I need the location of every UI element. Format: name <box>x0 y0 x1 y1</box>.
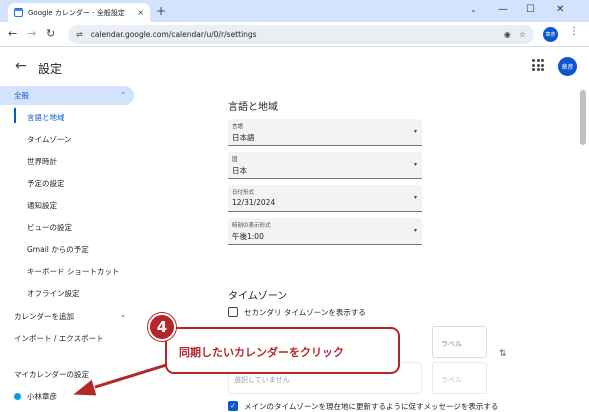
active-indicator <box>14 108 16 123</box>
calendar-favicon-icon <box>14 8 23 17</box>
sidebar-item-general[interactable]: 全般 ⌃ <box>0 86 134 105</box>
browser-tab-bar: Google カレンダー - 全般設定 × + ⌄ — ☐ ✕ <box>0 0 589 22</box>
site-info-icon[interactable]: ⇌ <box>76 30 83 39</box>
dropdown-arrow-icon: ▾ <box>413 227 417 234</box>
update-timezone-label: メインのタイムゾーンを現在地に更新するように促すメッセージを表示する <box>244 402 499 411</box>
time-format-select[interactable]: 時刻の表示形式 午後1:00 ▾ <box>228 218 422 245</box>
date-format-select-label: 日付形式 <box>232 190 255 196</box>
sidebar-item-import-export[interactable]: インポート / エクスポート <box>14 333 104 344</box>
chevron-down-icon[interactable]: ⌄ <box>120 311 126 319</box>
maximize-button[interactable]: ☐ <box>526 3 535 17</box>
sidebar-item-notifications[interactable]: 通知設定 <box>27 200 57 211</box>
page-title: 設定 <box>38 62 63 76</box>
sidebar-item-offline[interactable]: オフライン設定 <box>27 288 80 299</box>
browser-tab[interactable]: Google カレンダー - 全般設定 × <box>8 3 150 22</box>
sidebar-item-timezone[interactable]: タイムゾーン <box>27 134 71 145</box>
sidebar-item-view-options[interactable]: ビューの設定 <box>27 222 72 233</box>
tab-title: Google カレンダー - 全般設定 <box>28 8 125 17</box>
sidebar-item-event-settings[interactable]: 予定の設定 <box>27 178 65 189</box>
browser-menu-icon[interactable]: ⋮ <box>569 26 579 37</box>
calendar-color-dot <box>14 393 21 400</box>
scrollbar-thumb[interactable] <box>580 90 586 145</box>
sidebar-item-language-region[interactable]: 言語と地域 <box>27 112 65 123</box>
sidebar-item-gmail-events[interactable]: Gmail からの予定 <box>27 244 89 255</box>
chevron-up-icon[interactable]: ⌃ <box>120 91 126 99</box>
sidebar-general-label: 全般 <box>14 91 29 100</box>
eye-icon[interactable]: ◉ <box>504 30 511 39</box>
new-tab-button[interactable]: + <box>156 4 166 18</box>
browser-toolbar: ← → ↻ ⇌ calendar.google.com/calendar/u/0… <box>0 22 589 47</box>
account-avatar[interactable]: 章彦 <box>558 57 577 76</box>
sidebar-item-add-calendar[interactable]: カレンダーを追加 <box>14 311 74 322</box>
language-select-label: 言語 <box>232 124 244 130</box>
sidebar-item-keyboard-shortcuts[interactable]: キーボード ショートカット <box>27 266 119 277</box>
country-select[interactable]: 国 日本 ▾ <box>228 152 422 179</box>
google-apps-icon[interactable] <box>532 59 544 71</box>
swap-timezones-icon[interactable]: ⇅ <box>499 349 507 359</box>
language-select-value: 日本語 <box>232 133 255 142</box>
sidebar-item-world-clock[interactable]: 世界時計 <box>27 156 57 167</box>
country-select-label: 国 <box>232 157 238 163</box>
bookmark-star-icon[interactable]: ☆ <box>519 30 526 39</box>
close-window-button[interactable]: ✕ <box>556 3 564 17</box>
time-format-select-value: 午後1:00 <box>232 232 264 241</box>
url-text[interactable]: calendar.google.com/calendar/u/0/r/setti… <box>91 30 504 39</box>
reload-button[interactable]: ↻ <box>46 27 55 41</box>
secondary-timezone-checkbox[interactable] <box>228 307 238 317</box>
dropdown-arrow-icon: ▾ <box>413 128 417 135</box>
secondary-timezone-label: セカンダリ タイムゾーンを表示する <box>244 308 366 317</box>
date-format-select-value: 12/31/2024 <box>232 198 276 207</box>
dropdown-arrow-icon: ▾ <box>413 161 417 168</box>
settings-sidebar: 全般 ⌃ 言語と地域 タイムゾーン 世界時計 予定の設定 通知設定 ビューの設定… <box>0 86 140 412</box>
update-timezone-checkbox[interactable]: ✓ <box>228 401 238 411</box>
tab-close-icon[interactable]: × <box>137 8 144 17</box>
time-format-select-label: 時刻の表示形式 <box>232 223 271 229</box>
timezone-label-placeholder-1: ラベル <box>441 340 462 348</box>
date-format-select[interactable]: 日付形式 12/31/2024 ▾ <box>228 185 422 212</box>
country-select-value: 日本 <box>232 166 247 175</box>
address-bar[interactable]: ⇌ calendar.google.com/calendar/u/0/r/set… <box>68 25 534 44</box>
timezone-label-placeholder-2: ラベル <box>441 376 462 384</box>
section-title-timezone: タイムゾーン <box>228 291 288 302</box>
sidebar-heading-my-calendars: マイカレンダーの設定 <box>14 370 89 379</box>
settings-back-button[interactable]: ← <box>15 58 27 74</box>
sidebar-item-calendar-user[interactable]: 小林章彦 <box>27 391 57 402</box>
annotation-callout: 同期したいカレンダーをクリック <box>165 327 400 374</box>
tab-search-icon[interactable]: ⌄ <box>470 5 477 14</box>
forward-button[interactable]: → <box>27 27 36 41</box>
minimize-button[interactable]: — <box>498 3 508 17</box>
settings-header: ← 設定 章彦 <box>0 48 589 86</box>
back-button[interactable]: ← <box>8 27 17 41</box>
browser-profile-avatar[interactable]: 章彦 <box>543 27 558 42</box>
dropdown-arrow-icon: ▾ <box>413 194 417 201</box>
annotation-text: 同期したいカレンダーをクリック <box>179 346 344 359</box>
section-title-language-region: 言語と地域 <box>228 102 278 113</box>
step-number-badge: 4 <box>148 313 176 341</box>
language-select[interactable]: 言語 日本語 ▾ <box>228 119 422 146</box>
secondary-timezone-placeholder: 選択していません <box>234 376 290 384</box>
